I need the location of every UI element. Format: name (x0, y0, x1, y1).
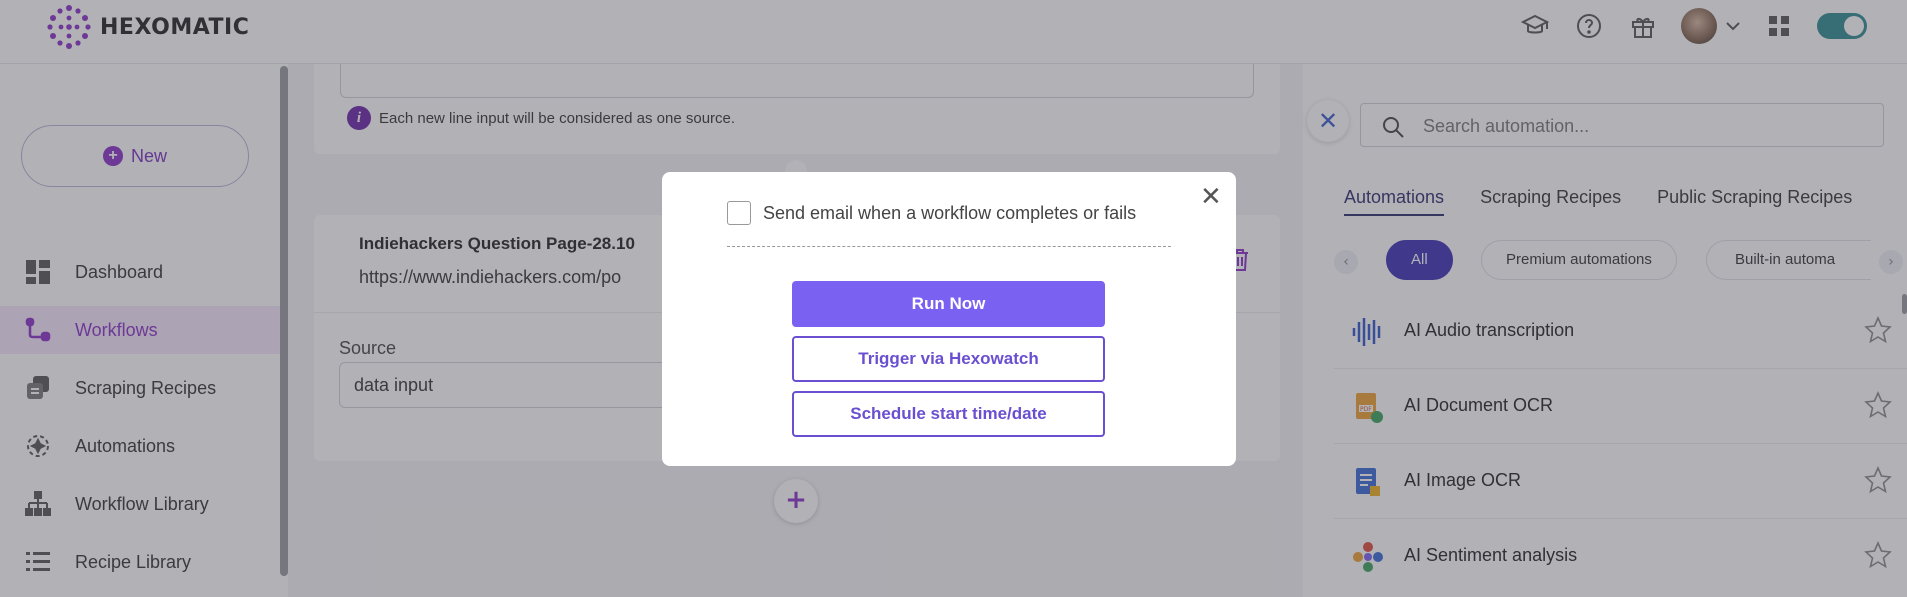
email-notify-label: Send email when a workflow completes or … (763, 202, 1137, 223)
schedule-button[interactable]: Schedule start time/date (792, 391, 1105, 437)
email-notify-checkbox[interactable] (727, 201, 751, 225)
trigger-hexowatch-button[interactable]: Trigger via Hexowatch (792, 336, 1105, 382)
email-notify-option[interactable]: Send email when a workflow completes or … (727, 201, 1136, 225)
run-now-button[interactable]: Run Now (792, 281, 1105, 327)
close-icon[interactable]: ✕ (1200, 184, 1222, 210)
divider (727, 246, 1171, 247)
